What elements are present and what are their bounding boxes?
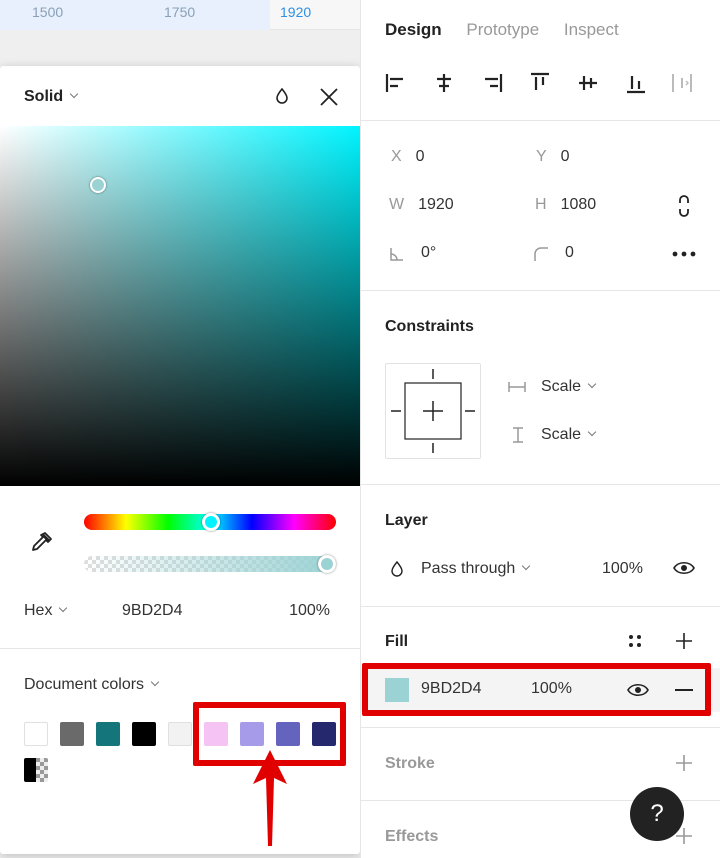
constraints-widget[interactable] <box>385 363 481 459</box>
corner-radius-field[interactable]: 0 <box>565 244 574 262</box>
saturation-brightness-field[interactable] <box>0 126 360 486</box>
styles-grid-icon[interactable] <box>627 633 643 649</box>
align-vertical-center-icon[interactable] <box>575 70 601 96</box>
chevron-down-icon <box>522 561 531 571</box>
chevron-down-icon <box>150 677 160 687</box>
align-horizontal-center-icon[interactable] <box>431 70 457 96</box>
distribute-icon[interactable] <box>669 70 695 96</box>
blend-mode-value: Pass through <box>421 560 516 577</box>
divider <box>0 648 360 649</box>
tab-inspect[interactable]: Inspect <box>564 20 619 39</box>
close-icon[interactable] <box>318 86 340 108</box>
blend-drop-icon[interactable] <box>272 86 292 106</box>
divider <box>361 290 720 291</box>
corner-radius-icon <box>534 247 548 261</box>
color-swatch-transparent[interactable] <box>24 758 48 782</box>
color-swatch[interactable] <box>60 722 84 746</box>
y-label: Y <box>536 148 547 165</box>
x-label: X <box>391 148 402 165</box>
layer-opacity-input[interactable]: 100% <box>602 560 643 578</box>
vertical-constraint-icon <box>513 427 523 443</box>
corner-radius-value: 0 <box>565 244 574 261</box>
blend-mode-icon <box>391 560 403 577</box>
eyedropper-icon[interactable] <box>28 530 54 556</box>
constrain-proportions-icon[interactable] <box>675 194 693 218</box>
more-options-icon[interactable] <box>671 250 697 258</box>
hue-slider-handle[interactable] <box>202 513 220 531</box>
paint-mode-label: Solid <box>24 88 64 105</box>
width-label: W <box>389 196 405 213</box>
chevron-down-icon <box>587 427 597 437</box>
constraints-diagram <box>391 369 475 453</box>
y-value: 0 <box>560 148 570 165</box>
document-colors-dropdown[interactable]: Document colors <box>24 676 160 694</box>
color-swatch[interactable] <box>96 722 120 746</box>
color-format-dropdown[interactable]: Hex <box>24 602 68 620</box>
x-value: 0 <box>415 148 425 165</box>
opacity-slider-handle[interactable] <box>318 555 336 573</box>
picker-header: Solid <box>0 66 360 126</box>
color-value-row: Hex 9BD2D4 100% <box>0 600 360 624</box>
color-swatch[interactable] <box>132 722 156 746</box>
align-top-icon[interactable] <box>527 70 553 96</box>
opacity-slider[interactable] <box>84 556 336 572</box>
layer-title: Layer <box>385 512 428 529</box>
add-stroke-icon[interactable] <box>675 754 693 772</box>
align-left-icon[interactable] <box>383 70 409 96</box>
y-field[interactable]: Y0 <box>536 148 570 166</box>
color-swatch[interactable] <box>168 722 192 746</box>
paint-mode-dropdown[interactable]: Solid <box>24 88 79 106</box>
ruler-tick: 1500 <box>32 4 64 20</box>
hue-slider[interactable] <box>84 513 336 531</box>
ruler-tick-active: 1920 <box>280 4 312 20</box>
eye-icon[interactable] <box>673 560 695 576</box>
tab-design[interactable]: Design <box>385 20 442 39</box>
ruler-tick: 1750 <box>164 4 196 20</box>
align-bottom-icon[interactable] <box>623 70 649 96</box>
rotation-icon <box>390 248 403 261</box>
chevron-down-icon <box>69 89 79 99</box>
rotation-value: 0° <box>421 244 437 261</box>
ruler: 1500 1750 1920 <box>0 0 360 30</box>
panel-tabs: Design Prototype Inspect <box>385 20 639 40</box>
vertical-constraint-value: Scale <box>541 426 582 443</box>
color-field-handle[interactable] <box>90 177 106 193</box>
divider <box>361 727 720 728</box>
height-value: 1080 <box>560 196 597 213</box>
color-swatch[interactable] <box>24 722 48 746</box>
height-label: H <box>535 196 547 213</box>
x-field[interactable]: X0 <box>391 148 425 166</box>
vertical-constraint-dropdown[interactable]: Scale <box>541 426 597 444</box>
document-colors-label: Document colors <box>24 676 145 693</box>
help-button[interactable]: ? <box>630 787 684 841</box>
chevron-down-icon <box>587 379 597 389</box>
constraints-title: Constraints <box>385 318 474 335</box>
properties-panel: Design Prototype Inspect X0 Y0 W 1920 H 10… <box>360 0 720 858</box>
fill-title: Fill <box>385 633 409 650</box>
tab-prototype[interactable]: Prototype <box>466 20 539 39</box>
align-right-icon[interactable] <box>479 70 505 96</box>
divider <box>361 484 720 485</box>
add-fill-icon[interactable] <box>675 632 693 650</box>
divider <box>361 606 720 607</box>
hex-input[interactable]: 9BD2D4 <box>122 602 182 620</box>
height-field[interactable]: H 1080 <box>535 196 596 214</box>
opacity-input[interactable]: 100% <box>289 602 330 620</box>
horizontal-constraint-dropdown[interactable]: Scale <box>541 378 597 396</box>
chevron-down-icon <box>59 603 68 613</box>
divider <box>361 120 720 121</box>
blend-mode-dropdown[interactable]: Pass through <box>421 560 531 578</box>
highlight-box-fill <box>362 663 711 716</box>
horizontal-constraint-value: Scale <box>541 378 582 395</box>
annotation-arrow-icon <box>253 750 287 846</box>
color-format-label: Hex <box>24 602 53 619</box>
effects-title: Effects <box>385 828 439 845</box>
rotation-field[interactable]: 0° <box>421 244 436 262</box>
stroke-title: Stroke <box>385 755 435 772</box>
width-field[interactable]: W 1920 <box>389 196 454 214</box>
width-value: 1920 <box>418 196 454 213</box>
horizontal-constraint-icon <box>508 382 526 392</box>
